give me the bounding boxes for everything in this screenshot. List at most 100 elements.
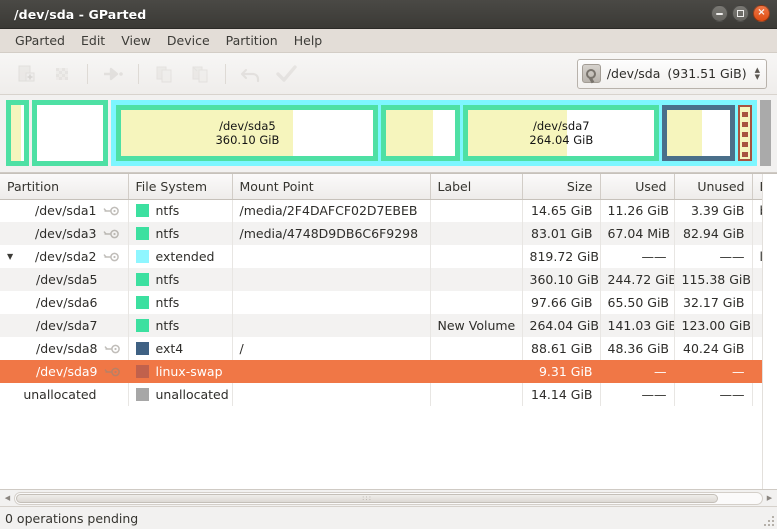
paste-button[interactable] xyxy=(185,59,215,89)
filesystem-name: ext4 xyxy=(155,341,184,356)
horizontal-scrollbar[interactable]: ◀ ::: ▶ xyxy=(0,489,777,506)
menu-bar: GParted Edit View Device Partition Help xyxy=(0,29,777,53)
cell-filesystem: ntfs xyxy=(128,291,233,314)
column-header-filesystem[interactable]: File System xyxy=(128,174,233,200)
gparted-window: /dev/sda - GParted × GParted Edit View D… xyxy=(0,0,777,529)
toolbar-separator-3 xyxy=(225,63,226,84)
graphic-partition-sda1[interactable] xyxy=(6,100,29,166)
vertical-scroll-gutter[interactable] xyxy=(762,174,777,489)
menu-gparted[interactable]: GParted xyxy=(7,31,73,50)
key-icon xyxy=(102,206,119,216)
filesystem-name: extended xyxy=(155,249,215,264)
menu-device[interactable]: Device xyxy=(159,31,218,50)
graphic-partition-sda3[interactable] xyxy=(31,100,109,166)
graphic-partition-sda9[interactable] xyxy=(738,105,752,161)
scroll-left-arrow-icon[interactable]: ◀ xyxy=(1,492,14,505)
cell-size: 14.65 GiB xyxy=(522,199,601,222)
cell-partition: /dev/sda5 xyxy=(0,268,129,291)
key-icon xyxy=(103,367,120,376)
cell-used: 48.36 GiB xyxy=(600,337,675,360)
graphic-partition-sda6[interactable] xyxy=(381,105,461,161)
apply-button[interactable] xyxy=(272,59,302,89)
table-row[interactable]: /dev/sda3 ntfs/media/4748D9DB6C6F9298 83.0… xyxy=(0,222,777,245)
cell-size: 88.61 GiB xyxy=(522,337,601,360)
cell-size: 9.31 GiB xyxy=(522,360,601,383)
scroll-right-arrow-icon[interactable]: ▶ xyxy=(763,492,776,505)
cell-filesystem: unallocated xyxy=(128,383,233,406)
copy-icon xyxy=(156,66,172,82)
table-row[interactable]: /dev/sda9 linux-swap 9.31 GiB — — xyxy=(0,360,777,383)
column-header-mountpoint[interactable]: Mount Point xyxy=(232,174,431,200)
window-title: /dev/sda - GParted xyxy=(14,6,147,22)
free-fill xyxy=(702,110,731,156)
toolbar: /dev/sda (931.51 GiB) ▲ ▼ xyxy=(0,53,777,95)
row-expander[interactable]: ▼ xyxy=(7,252,20,261)
partition-name: /dev/sda1 xyxy=(34,203,97,219)
cell-used: — xyxy=(600,360,675,383)
maximize-button[interactable] xyxy=(732,5,749,22)
column-header-label[interactable]: Label xyxy=(430,174,523,200)
column-header-used[interactable]: Used xyxy=(600,174,675,200)
new-partition-button[interactable] xyxy=(11,59,41,89)
partition-name: /dev/sda3 xyxy=(34,226,97,241)
undo-arrow-icon xyxy=(240,68,260,82)
table-row[interactable]: unallocated unallocated 14.14 GiB —— —— xyxy=(0,383,777,406)
menu-view[interactable]: View xyxy=(113,31,159,50)
resize-grip-icon[interactable] xyxy=(762,514,774,526)
close-button[interactable]: × xyxy=(753,5,770,22)
graphic-partition-unallocated[interactable] xyxy=(759,100,771,166)
partition-graphic: /dev/sda5 360.10 GiB /dev/sda7 264.04 Gi… xyxy=(6,100,771,166)
maximize-icon xyxy=(737,10,744,17)
graphic-partition-sda5[interactable]: /dev/sda5 360.10 GiB xyxy=(116,105,379,161)
undo-button[interactable] xyxy=(236,59,266,89)
cell-label xyxy=(430,291,523,314)
status-text: 0 operations pending xyxy=(5,510,139,526)
graphic-partition-sda7[interactable]: /dev/sda7 264.04 GiB xyxy=(463,105,660,161)
checkmark-icon xyxy=(276,64,297,82)
cell-size: 83.01 GiB xyxy=(522,222,601,245)
paste-icon xyxy=(192,66,208,82)
menu-help[interactable]: Help xyxy=(286,31,331,50)
status-bar: 0 operations pending xyxy=(0,506,777,529)
cell-label xyxy=(430,222,523,245)
cell-partition: /dev/sda7 xyxy=(0,314,129,337)
graphic-partition-sda8[interactable] xyxy=(662,105,736,161)
scrollbar-trough[interactable]: ::: xyxy=(14,491,763,505)
key-icon xyxy=(102,229,119,238)
filesystem-color-swatch xyxy=(135,227,149,240)
cell-unused: 3.39 GiB xyxy=(674,199,753,222)
cell-mountpoint xyxy=(232,268,431,291)
used-fill xyxy=(11,105,21,161)
device-spinner-arrows[interactable]: ▲ ▼ xyxy=(755,66,760,80)
column-header-partition[interactable]: Partition xyxy=(0,174,129,200)
partition-name: unallocated xyxy=(23,387,97,402)
table-body: /dev/sda1 ntfs/media/2F4DAFCF02D7EBEB 14.6… xyxy=(0,199,777,406)
cell-unused: —— xyxy=(674,245,753,268)
cell-unused: 82.94 GiB xyxy=(674,222,753,245)
table-row[interactable]: /dev/sda1 ntfs/media/2F4DAFCF02D7EBEB 14.6… xyxy=(0,199,777,222)
table-row[interactable]: ▼/dev/sda2extended819.72 GiB————lb xyxy=(0,245,777,268)
cell-partition: /dev/sda1 xyxy=(0,199,129,222)
device-selector[interactable]: /dev/sda (931.51 GiB) ▲ ▼ xyxy=(576,58,767,89)
device-name: /dev/sda xyxy=(606,66,661,81)
minimize-button[interactable] xyxy=(711,5,728,22)
cell-unused: —— xyxy=(674,383,753,406)
scrollbar-thumb[interactable]: ::: xyxy=(16,493,719,503)
free-fill xyxy=(37,105,104,161)
table-row[interactable]: /dev/sda8 ext4 / 88.61 GiB 48.36 GiB 40.24 Gi… xyxy=(0,337,777,360)
table-row[interactable]: /dev/sda6 ntfs 97.66 GiB 65.50 GiB 32.17 GiB xyxy=(0,291,777,314)
toolbar-group-resize xyxy=(95,59,131,89)
resize-move-button[interactable] xyxy=(98,59,128,89)
graphic-partition-sda2-extended[interactable]: /dev/sda5 360.10 GiB /dev/sda7 264.04 Gi… xyxy=(111,100,757,166)
delete-partition-button[interactable] xyxy=(47,59,77,89)
cell-size: 14.14 GiB xyxy=(522,383,601,406)
column-header-unused[interactable]: Unused xyxy=(674,174,753,200)
menu-partition[interactable]: Partition xyxy=(218,31,286,50)
cell-unused: 115.38 GiB xyxy=(674,268,753,291)
cell-partition: /dev/sda6 xyxy=(0,291,129,314)
column-header-size[interactable]: Size xyxy=(522,174,601,200)
copy-button[interactable] xyxy=(149,59,179,89)
table-row[interactable]: /dev/sda7 ntfs New Volume 264.04 GiB 141.03 … xyxy=(0,314,777,337)
menu-edit[interactable]: Edit xyxy=(73,31,113,50)
table-row[interactable]: /dev/sda5 ntfs 360.10 GiB 244.72 GiB 115.38 … xyxy=(0,268,777,291)
